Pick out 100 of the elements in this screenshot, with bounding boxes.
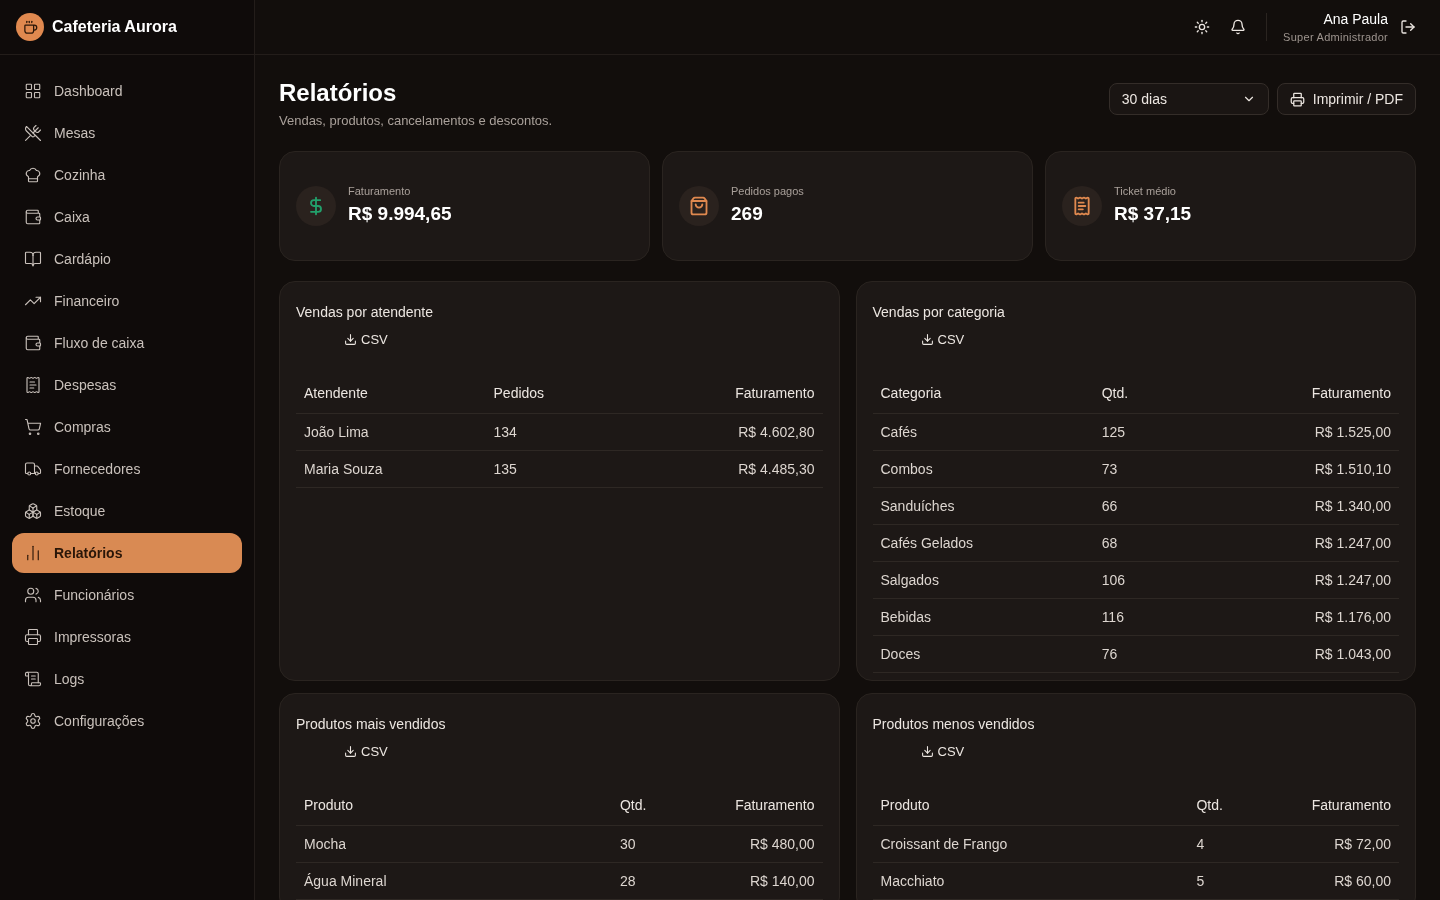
column-header: Faturamento — [1311, 797, 1391, 813]
table-cell: R$ 480,00 — [749, 836, 815, 852]
bar-chart-icon — [24, 544, 42, 562]
download-icon — [344, 744, 357, 758]
sidebar-item[interactable]: Impressoras — [12, 617, 242, 657]
users-icon — [24, 586, 42, 604]
boxes-icon — [24, 502, 42, 520]
table-cell: R$ 4.602,80 — [738, 424, 815, 440]
table-cell: Doces — [880, 646, 921, 662]
receipt-icon — [24, 376, 42, 394]
page-subtitle: Vendas, produtos, cancelamentos e descontos. — [279, 112, 553, 130]
table-cell: Macchiato — [880, 873, 945, 889]
page-title: Relatórios — [279, 78, 398, 108]
sidebar-item[interactable]: Configurações — [12, 701, 242, 741]
table-cell: R$ 60,00 — [1334, 873, 1391, 889]
sidebar-item[interactable]: Financeiro — [12, 281, 242, 321]
wallet-icon — [24, 208, 42, 226]
table-cell: Cafés Gelados — [880, 535, 974, 551]
utensils-icon — [24, 124, 42, 142]
wallet-icon — [24, 334, 42, 352]
column-header: Faturamento — [1311, 385, 1391, 401]
book-icon — [24, 250, 42, 268]
table-cell: 30 — [619, 836, 636, 852]
table-cell: Sanduíches — [880, 498, 955, 514]
sidebar-item[interactable]: Estoque — [12, 491, 242, 531]
column-header: Qtd. — [1101, 385, 1129, 401]
sidebar-item[interactable]: Logs — [12, 659, 242, 699]
column-header: Faturamento — [735, 385, 815, 401]
table-cell: 5 — [1196, 873, 1205, 889]
sidebar-item[interactable]: Fornecedores — [12, 449, 242, 489]
column-header: Categoria — [880, 385, 942, 401]
sidebar-item[interactable]: Cozinha — [12, 155, 242, 195]
chef-hat-icon — [24, 166, 42, 184]
period-select[interactable]: 30 dias — [1108, 83, 1269, 115]
table-cell: R$ 72,00 — [1334, 836, 1391, 852]
sidebar-item[interactable]: Compras — [12, 407, 242, 447]
grid-icon — [24, 82, 42, 100]
table-cell: 4 — [1196, 836, 1205, 852]
sidebar-item[interactable]: Dashboard — [12, 71, 242, 111]
table-cell: 116 — [1101, 609, 1124, 625]
user-name: Ana Paula — [1323, 9, 1388, 29]
table-cell: João Lima — [304, 424, 369, 440]
table-cell: R$ 1.043,00 — [1314, 646, 1391, 662]
cart-icon — [24, 418, 42, 436]
logo-icon — [16, 13, 44, 41]
table-cell: R$ 1.525,00 — [1314, 424, 1391, 440]
table-cell: 28 — [619, 873, 636, 889]
table-cell: Croissant de Frango — [880, 836, 1008, 852]
sidebar-item[interactable]: Caixa — [12, 197, 242, 237]
table-cell: 76 — [1101, 646, 1118, 662]
card-title: Produtos mais vendidos — [296, 714, 447, 734]
csv-button[interactable]: CSV — [920, 329, 965, 349]
column-header: Faturamento — [735, 797, 815, 813]
stat-label: Ticket médio — [1114, 184, 1177, 199]
sidebar-item[interactable]: Mesas — [12, 113, 242, 153]
download-icon — [920, 744, 934, 758]
column-header: Produto — [304, 797, 354, 813]
table-cell: 66 — [1101, 498, 1118, 514]
csv-button[interactable]: CSV — [344, 741, 388, 761]
card-title: Vendas por categoria — [872, 302, 1006, 322]
stat-value: R$ 9.994,65 — [348, 201, 452, 226]
table-cell: R$ 140,00 — [749, 873, 815, 889]
table-cell: Cafés — [880, 424, 918, 440]
table-cell: R$ 1.340,00 — [1314, 498, 1391, 514]
brand-name: Cafeteria Aurora — [52, 17, 177, 37]
column-header: Atendente — [304, 385, 368, 401]
printer-icon — [24, 628, 42, 646]
sidebar-item[interactable]: Relatórios — [12, 533, 242, 573]
csv-button[interactable]: CSV — [344, 329, 388, 349]
csv-button[interactable]: CSV — [920, 741, 965, 761]
table-cell: Combos — [880, 461, 933, 477]
sidebar-item[interactable]: Funcionários — [12, 575, 242, 615]
column-header: Qtd. — [1196, 797, 1223, 813]
table-cell: R$ 1.247,00 — [1314, 535, 1391, 551]
sidebar-item[interactable]: Cardápio — [12, 239, 242, 279]
table-cell: Água Mineral — [304, 873, 387, 889]
sidebar-item[interactable]: Fluxo de caixa — [12, 323, 242, 363]
stat-value: R$ 37,15 — [1114, 201, 1192, 226]
stat-label: Pedidos pagos — [731, 184, 804, 199]
sidebar-item[interactable]: Despesas — [12, 365, 242, 405]
table-cell: 68 — [1101, 535, 1118, 551]
table-cell: Maria Souza — [304, 461, 383, 477]
table-cell: Mocha — [304, 836, 347, 852]
table-cell: Salgados — [880, 572, 939, 588]
stat-label: Faturamento — [348, 184, 412, 199]
download-icon — [344, 332, 357, 346]
table-cell: R$ 1.510,10 — [1314, 461, 1391, 477]
printer-icon — [1289, 91, 1305, 107]
table-cell: 135 — [493, 461, 517, 477]
column-header: Pedidos — [493, 385, 545, 401]
user-role: Super Administrador — [1283, 29, 1388, 45]
stat-value: 269 — [731, 201, 764, 226]
print-button[interactable]: Imprimir / PDF — [1276, 83, 1416, 115]
download-icon — [920, 332, 934, 346]
table-cell: R$ 4.485,30 — [738, 461, 815, 477]
scroll-icon — [24, 670, 42, 688]
column-header: Qtd. — [619, 797, 647, 813]
settings-icon — [24, 712, 42, 730]
table-cell: 134 — [493, 424, 517, 440]
table-cell: 106 — [1101, 572, 1125, 588]
